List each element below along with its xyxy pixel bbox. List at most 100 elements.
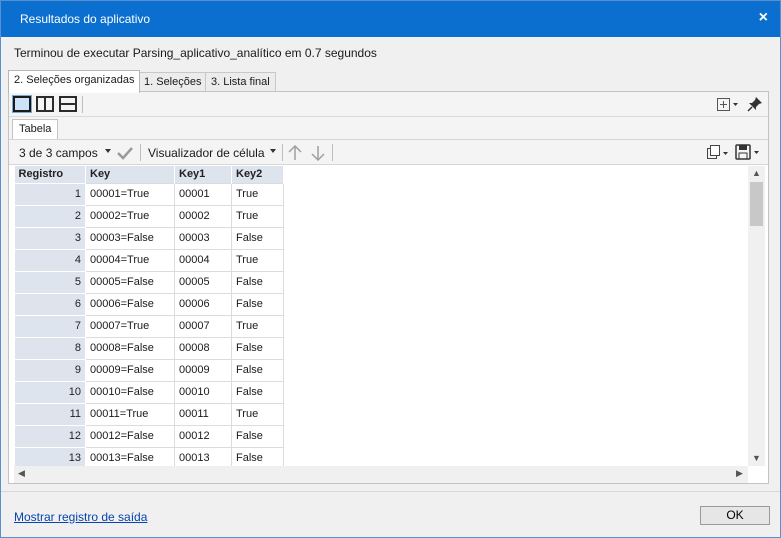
scroll-down-icon[interactable]: ▼ bbox=[752, 453, 761, 463]
table-cell[interactable]: False bbox=[231, 226, 284, 250]
split-horizontal-icon[interactable] bbox=[59, 96, 77, 112]
grid-toolbar: 3 de 3 campos Visualizador de célula bbox=[9, 139, 768, 165]
down-arrow-icon[interactable] bbox=[311, 145, 325, 161]
table-row[interactable]: 3 00003=False 00003 False bbox=[14, 226, 284, 250]
row-number: 6 bbox=[14, 292, 86, 316]
show-output-log-link[interactable]: Mostrar registro de saída bbox=[14, 510, 147, 524]
table-cell[interactable]: 00002=True bbox=[85, 204, 175, 228]
table-cell[interactable]: 00001=True bbox=[85, 182, 175, 206]
table-cell[interactable]: 00010=False bbox=[85, 380, 175, 404]
table-cell[interactable]: 00008=False bbox=[85, 336, 175, 360]
row-number: 7 bbox=[14, 314, 86, 338]
column-header-key2[interactable]: Key2 bbox=[231, 166, 284, 183]
table-row[interactable]: 11 00011=True 00011 True bbox=[14, 402, 284, 426]
table-cell[interactable]: 00009 bbox=[174, 358, 232, 382]
tab-selecoes-organizadas[interactable]: 2. Seleções organizadas bbox=[8, 70, 141, 93]
split-vertical-icon[interactable] bbox=[36, 96, 54, 112]
table-row[interactable]: 13 00013=False 00013 False bbox=[14, 446, 284, 466]
add-column-icon[interactable] bbox=[717, 98, 739, 112]
table-row[interactable]: 1 00001=True 00001 True bbox=[14, 182, 284, 206]
chevron-down-icon[interactable] bbox=[270, 149, 276, 153]
table-cell[interactable]: 00013=False bbox=[85, 446, 175, 466]
table-cell[interactable]: False bbox=[231, 358, 284, 382]
scroll-up-icon[interactable]: ▲ bbox=[752, 168, 761, 178]
table-body: 1 00001=True 00001 True 2 00002=True 00002 True… bbox=[14, 182, 284, 466]
pin-icon[interactable] bbox=[747, 96, 763, 112]
table-cell[interactable]: 00004=True bbox=[85, 248, 175, 272]
scroll-left-icon[interactable]: ◀ bbox=[18, 468, 25, 479]
row-number: 12 bbox=[14, 424, 86, 448]
table-cell[interactable]: 00002 bbox=[174, 204, 232, 228]
horizontal-scrollbar[interactable]: ◀ ▶ bbox=[14, 466, 748, 483]
table-cell[interactable]: False bbox=[231, 380, 284, 404]
tab-tabela[interactable]: Tabela bbox=[12, 119, 59, 139]
table-cell[interactable]: 00005 bbox=[174, 270, 232, 294]
row-number: 13 bbox=[14, 446, 86, 466]
table-row[interactable]: 8 00008=False 00008 False bbox=[14, 336, 284, 360]
table-row[interactable]: 7 00007=True 00007 True bbox=[14, 314, 284, 338]
window-title: Resultados do aplicativo bbox=[20, 12, 151, 26]
footer-divider bbox=[1, 491, 780, 492]
table-cell[interactable]: True bbox=[231, 204, 284, 228]
table-cell[interactable]: 00007 bbox=[174, 314, 232, 338]
table-cell[interactable]: True bbox=[231, 402, 284, 426]
table-cell[interactable]: 00006=False bbox=[85, 292, 175, 316]
row-number: 2 bbox=[14, 204, 86, 228]
tab-selecoes[interactable]: 1. Seleções bbox=[138, 72, 208, 92]
table-cell[interactable]: 00001 bbox=[174, 182, 232, 206]
chevron-down-icon[interactable] bbox=[105, 149, 111, 153]
single-pane-icon[interactable] bbox=[12, 95, 32, 113]
table-cell[interactable]: 00012 bbox=[174, 424, 232, 448]
ok-button[interactable]: OK bbox=[700, 506, 770, 525]
cell-viewer-selector[interactable]: Visualizador de célula bbox=[148, 146, 265, 160]
table-cell[interactable]: 00010 bbox=[174, 380, 232, 404]
results-panel: Tabela 3 de 3 campos Visualizador de cél… bbox=[8, 91, 769, 484]
table-cell[interactable]: 00005=False bbox=[85, 270, 175, 294]
table-cell[interactable]: True bbox=[231, 314, 284, 338]
scroll-thumb[interactable] bbox=[750, 182, 763, 226]
table-cell[interactable]: 00012=False bbox=[85, 424, 175, 448]
up-arrow-icon[interactable] bbox=[288, 145, 302, 161]
table-cell[interactable]: False bbox=[231, 424, 284, 448]
close-icon[interactable]: × bbox=[759, 9, 768, 27]
table-row[interactable]: 2 00002=True 00002 True bbox=[14, 204, 284, 228]
results-table: Registro Key Key1 Key2 1 00001=True 00001 T… bbox=[14, 166, 284, 466]
table-cell[interactable]: False bbox=[231, 336, 284, 360]
save-icon[interactable] bbox=[735, 144, 761, 162]
table-row[interactable]: 9 00009=False 00009 False bbox=[14, 358, 284, 382]
table-cell[interactable]: 00009=False bbox=[85, 358, 175, 382]
table-cell[interactable]: 00004 bbox=[174, 248, 232, 272]
column-header-registro[interactable]: Registro bbox=[14, 166, 86, 183]
table-cell[interactable]: 00011 bbox=[174, 402, 232, 426]
table-row[interactable]: 6 00006=False 00006 False bbox=[14, 292, 284, 316]
tab-lista-final[interactable]: 3. Lista final bbox=[205, 72, 276, 92]
scroll-right-icon[interactable]: ▶ bbox=[736, 468, 743, 479]
table-cell[interactable]: 00007=True bbox=[85, 314, 175, 338]
table-cell[interactable]: 00003 bbox=[174, 226, 232, 250]
table-cell[interactable]: True bbox=[231, 248, 284, 272]
vertical-scrollbar[interactable]: ▲ ▼ bbox=[748, 166, 765, 466]
row-number: 11 bbox=[14, 402, 86, 426]
toolbar-divider bbox=[332, 144, 333, 161]
table-row[interactable]: 12 00012=False 00012 False bbox=[14, 424, 284, 448]
table-cell[interactable]: 00003=False bbox=[85, 226, 175, 250]
table-row[interactable]: 4 00004=True 00004 True bbox=[14, 248, 284, 272]
check-icon[interactable] bbox=[117, 146, 133, 160]
table-cell[interactable]: 00011=True bbox=[85, 402, 175, 426]
table-row[interactable]: 5 00005=False 00005 False bbox=[14, 270, 284, 294]
copy-icon[interactable] bbox=[706, 145, 730, 161]
table-cell[interactable]: 00006 bbox=[174, 292, 232, 316]
fields-selector[interactable]: 3 de 3 campos bbox=[19, 146, 98, 160]
row-number: 10 bbox=[14, 380, 86, 404]
table-row[interactable]: 10 00010=False 00010 False bbox=[14, 380, 284, 404]
table-cell[interactable]: False bbox=[231, 270, 284, 294]
column-header-key[interactable]: Key bbox=[85, 166, 175, 183]
table-cell[interactable]: 00013 bbox=[174, 446, 232, 466]
table-cell[interactable]: True bbox=[231, 182, 284, 206]
column-header-key1[interactable]: Key1 bbox=[174, 166, 232, 183]
row-number: 8 bbox=[14, 336, 86, 360]
table-cell[interactable]: False bbox=[231, 292, 284, 316]
toolbar-divider bbox=[140, 144, 141, 161]
table-cell[interactable]: False bbox=[231, 446, 284, 466]
table-cell[interactable]: 00008 bbox=[174, 336, 232, 360]
